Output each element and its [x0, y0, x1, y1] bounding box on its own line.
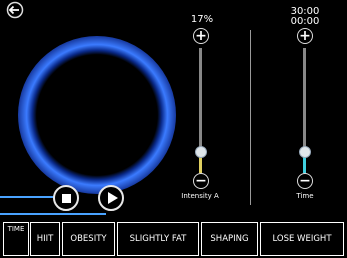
control-line [0, 213, 106, 215]
stop-icon [61, 193, 71, 203]
intensity-plus-button[interactable]: + [193, 28, 209, 44]
play-button[interactable] [98, 185, 124, 211]
intensity-thumb[interactable] [195, 145, 207, 158]
mode-bar: TIME HIIT OBESITY SLIGHTLY FAT SHAPING L… [0, 222, 347, 258]
control-line [0, 196, 56, 198]
mode-button-slightly-fat[interactable]: SLIGHTLY FAT [117, 222, 199, 256]
time-thumb[interactable] [299, 145, 311, 158]
intensity-ring [18, 36, 176, 194]
intensity-value: 17% [190, 14, 214, 25]
back-arrow-icon[interactable] [4, 1, 26, 19]
time-caption: Time [296, 192, 314, 200]
mode-button-hiit[interactable]: HIIT [30, 222, 60, 256]
plus-icon: + [299, 28, 311, 44]
plus-icon: + [195, 28, 207, 44]
mode-button-time[interactable]: TIME [3, 222, 29, 256]
intensity-caption: Intensity A [181, 192, 219, 200]
divider [250, 30, 251, 205]
time-minus-button[interactable]: − [297, 173, 313, 189]
mode-button-obesity[interactable]: OBESITY [62, 222, 115, 256]
minus-icon: − [195, 173, 207, 189]
mode-button-shaping[interactable]: SHAPING [201, 222, 258, 256]
time-value-line2: 00:00 [290, 16, 320, 27]
mode-button-lose-weight[interactable]: LOSE WEIGHT [260, 222, 344, 256]
play-icon [107, 192, 118, 204]
stop-button[interactable] [53, 185, 79, 211]
device-screen: 17% + − Intensity A 30:00 00:00 + − Time… [0, 0, 347, 258]
intensity-minus-button[interactable]: − [193, 173, 209, 189]
time-plus-button[interactable]: + [297, 28, 313, 44]
minus-icon: − [299, 173, 311, 189]
